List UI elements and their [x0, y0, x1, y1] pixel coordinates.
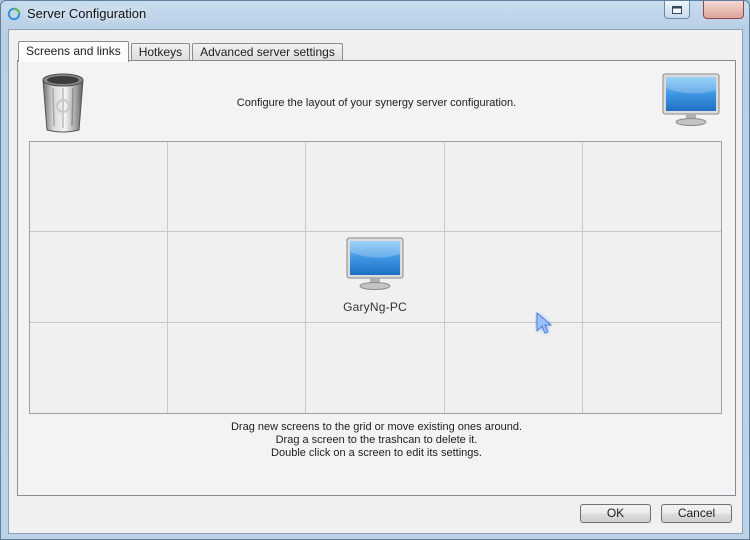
hint-edit-screen: Double click on a screen to edit its set…	[271, 447, 482, 459]
grid-cell[interactable]	[444, 142, 583, 233]
server-configuration-window: Server Configuration Screens and links H…	[0, 0, 750, 540]
grid-cell[interactable]	[582, 142, 721, 233]
ok-button[interactable]: OK	[580, 504, 651, 523]
grid-cell[interactable]	[168, 142, 307, 233]
layout-instructions: Configure the layout of your synergy ser…	[236, 97, 517, 109]
grid-cell[interactable]	[444, 232, 583, 323]
screen-layout-grid[interactable]: GaryNg-PC	[29, 141, 722, 414]
mouse-pointer-icon	[536, 312, 553, 334]
close-button[interactable]	[703, 1, 744, 19]
restore-button[interactable]	[664, 1, 690, 19]
grid-cell[interactable]	[582, 232, 721, 323]
grid-cell[interactable]	[30, 322, 169, 413]
tab-advanced-server-settings[interactable]: Advanced server settings	[192, 43, 343, 61]
grid-cell[interactable]	[583, 323, 721, 413]
synergy-icon	[7, 7, 21, 21]
grid-cell[interactable]	[30, 142, 169, 233]
screen-name-label: GaryNg-PC	[343, 300, 407, 315]
restore-icon	[672, 5, 682, 14]
tab-screens-and-links[interactable]: Screens and links	[18, 41, 129, 62]
screen-garyng-pc[interactable]: GaryNg-PC	[306, 236, 443, 314]
screens-and-links-panel: Configure the layout of your synergy ser…	[17, 60, 736, 496]
grid-cell[interactable]	[306, 322, 445, 413]
cancel-button[interactable]: Cancel	[661, 504, 732, 523]
window-title: Server Configuration	[27, 6, 147, 21]
grid-cell[interactable]	[445, 322, 583, 413]
grid-cell[interactable]: GaryNg-PC	[306, 232, 445, 323]
usage-hints: Drag new screens to the grid or move exi…	[18, 421, 735, 460]
tab-hotkeys[interactable]: Hotkeys	[130, 43, 191, 61]
monitor-icon[interactable]	[661, 72, 721, 128]
hint-delete-screen: Drag a screen to the trashcan to delete …	[275, 434, 478, 446]
grid-cell[interactable]	[306, 142, 445, 233]
dialog-client-area: Screens and links Hotkeys Advanced serve…	[8, 29, 743, 534]
hint-drag-screens: Drag new screens to the grid or move exi…	[230, 421, 523, 433]
grid-cell[interactable]	[168, 322, 307, 413]
grid-cell[interactable]	[30, 232, 169, 323]
tab-bar: Screens and links Hotkeys Advanced serve…	[18, 40, 345, 62]
title-bar[interactable]: Server Configuration	[1, 1, 749, 28]
monitor-icon	[346, 237, 404, 291]
grid-cell[interactable]	[168, 232, 307, 323]
